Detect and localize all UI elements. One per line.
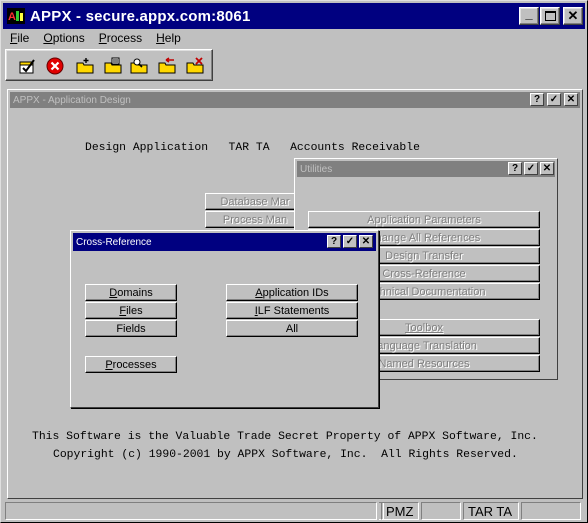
process-management-label: Process Man bbox=[222, 213, 288, 226]
database-management-button[interactable]: Database Mar bbox=[205, 193, 305, 210]
status-cell-mode bbox=[421, 502, 461, 520]
maximize-icon bbox=[544, 11, 556, 21]
domains-button[interactable]: Domains bbox=[85, 284, 177, 301]
checkmark-icon: ✓ bbox=[526, 162, 536, 174]
close-icon: ✕ bbox=[542, 162, 552, 174]
files-mnemonic: F bbox=[119, 304, 127, 317]
checkmark-icon: ✓ bbox=[549, 93, 559, 105]
application-ids-mnemonic: A bbox=[255, 286, 263, 299]
window-title: APPX - secure.appx.com:8061 bbox=[30, 7, 251, 25]
design-ok-button[interactable]: ✓ bbox=[547, 93, 561, 106]
folder-cancel-icon[interactable] bbox=[186, 57, 204, 75]
xref-ok-button[interactable]: ✓ bbox=[343, 235, 357, 248]
ilf-statements-label: LF Statements bbox=[257, 304, 330, 317]
fields-label: ields bbox=[123, 322, 146, 335]
all-label: All bbox=[285, 322, 299, 335]
check-icon[interactable] bbox=[18, 57, 36, 75]
appx-logo-icon: A bbox=[7, 8, 25, 24]
application-ids-button[interactable]: Application IDs bbox=[226, 284, 358, 301]
status-cell-message bbox=[5, 502, 377, 520]
cross-reference-title: Cross-Reference bbox=[76, 236, 152, 248]
process-management-button[interactable]: Process Man bbox=[205, 211, 305, 228]
help-icon: ? bbox=[533, 93, 541, 105]
domains-mnemonic: D bbox=[109, 286, 118, 299]
folder-up-icon[interactable] bbox=[104, 57, 122, 75]
cross-reference-title-bar[interactable]: Cross-Reference ? ✓ ✕ bbox=[73, 233, 376, 251]
xref-help-button[interactable]: ? bbox=[327, 235, 341, 248]
application-ids-label: pplication IDs bbox=[262, 286, 329, 299]
design-close-button[interactable]: ✕ bbox=[564, 93, 578, 106]
help-icon: ? bbox=[511, 162, 519, 174]
menu-file[interactable]: File bbox=[3, 31, 36, 45]
design-window-title: APPX - Application Design bbox=[13, 94, 131, 106]
design-window-title-bar[interactable]: APPX - Application Design ? ✓ ✕ bbox=[10, 92, 580, 108]
folder-back-icon[interactable] bbox=[158, 57, 176, 75]
toolbox-label: Toolbox bbox=[405, 321, 443, 334]
toolbar bbox=[5, 49, 213, 81]
change-all-references-label: Change All References bbox=[367, 231, 481, 244]
status-cell-extra bbox=[521, 502, 581, 520]
close-button[interactable]: ✕ bbox=[563, 7, 583, 25]
title-bar[interactable]: A APPX - secure.appx.com:8061 _ ✕ bbox=[3, 3, 585, 29]
menu-process-mnemonic: P bbox=[98, 31, 107, 45]
status-bar: PMZ TAR TA bbox=[3, 500, 585, 521]
menu-process-label: rocess bbox=[106, 31, 143, 45]
main-window: A APPX - secure.appx.com:8061 _ ✕ File O… bbox=[0, 0, 588, 523]
copyright-line-2: Copyright (c) 1990-2001 by APPX Software… bbox=[53, 449, 518, 461]
cross-reference-window: Cross-Reference ? ✓ ✕ Domains Files Fiel… bbox=[70, 230, 379, 408]
help-icon: ? bbox=[330, 235, 338, 247]
utilities-close-button[interactable]: ✕ bbox=[540, 162, 554, 175]
status-cell-application: TAR TA bbox=[463, 502, 519, 520]
copyright-line-1: This Software is the Valuable Trade Secr… bbox=[32, 431, 538, 443]
folder-new-icon[interactable] bbox=[76, 57, 94, 75]
utilities-help-button[interactable]: ? bbox=[508, 162, 522, 175]
menu-help[interactable]: Help bbox=[149, 31, 188, 45]
svg-text:A: A bbox=[8, 11, 16, 23]
minimize-icon: _ bbox=[525, 5, 533, 21]
application-parameters-button[interactable]: Application Parameters bbox=[308, 211, 540, 228]
utilities-title: Utilities bbox=[300, 163, 333, 175]
menu-process[interactable]: Process bbox=[92, 31, 149, 45]
menu-help-mnemonic: H bbox=[156, 31, 165, 45]
design-transfer-label: Design Transfer bbox=[385, 249, 463, 262]
processes-label: rocesses bbox=[112, 358, 157, 371]
design-header: Design Application TAR TA Accounts Recei… bbox=[85, 142, 420, 154]
xref-close-button[interactable]: ✕ bbox=[359, 235, 373, 248]
language-translation-label: Language Translation bbox=[371, 339, 477, 352]
fields-button[interactable]: Fields bbox=[85, 320, 177, 337]
close-icon: ✕ bbox=[566, 93, 576, 105]
utilities-title-bar[interactable]: Utilities ? ✓ ✕ bbox=[297, 161, 555, 177]
checkmark-icon: ✓ bbox=[345, 235, 355, 247]
close-icon: ✕ bbox=[567, 8, 579, 23]
named-resources-label: Named Resources bbox=[378, 357, 470, 370]
close-icon: ✕ bbox=[361, 235, 371, 247]
files-button[interactable]: Files bbox=[85, 302, 177, 319]
technical-documentation-label: Technical Documentation bbox=[362, 285, 486, 298]
status-cell-user: PMZ bbox=[381, 502, 419, 520]
menu-bar: File Options Process Help bbox=[3, 29, 585, 47]
cross-reference-label: Cross-Reference bbox=[382, 267, 466, 280]
application-parameters-label: Application Parameters bbox=[367, 213, 481, 226]
fields-mnemonic: F bbox=[116, 322, 124, 335]
domains-label: omains bbox=[117, 286, 153, 299]
menu-options-label: ptions bbox=[52, 31, 85, 45]
menu-help-label: elp bbox=[164, 31, 181, 45]
ilf-statements-button[interactable]: I LF Statements bbox=[226, 302, 358, 319]
menu-file-label: ile bbox=[17, 31, 30, 45]
all-button[interactable]: All bbox=[226, 320, 358, 337]
processes-mnemonic: P bbox=[105, 358, 113, 371]
stop-icon[interactable] bbox=[46, 57, 64, 75]
folder-search-icon[interactable] bbox=[130, 57, 148, 75]
utilities-ok-button[interactable]: ✓ bbox=[524, 162, 538, 175]
maximize-button[interactable] bbox=[540, 7, 560, 25]
files-label: iles bbox=[126, 304, 143, 317]
database-management-label: Database Mar bbox=[220, 195, 290, 208]
processes-button[interactable]: Processes bbox=[85, 356, 177, 373]
menu-options[interactable]: Options bbox=[36, 31, 91, 45]
menu-options-mnemonic: O bbox=[43, 31, 53, 45]
design-help-button[interactable]: ? bbox=[530, 93, 544, 106]
minimize-button[interactable]: _ bbox=[519, 5, 539, 25]
